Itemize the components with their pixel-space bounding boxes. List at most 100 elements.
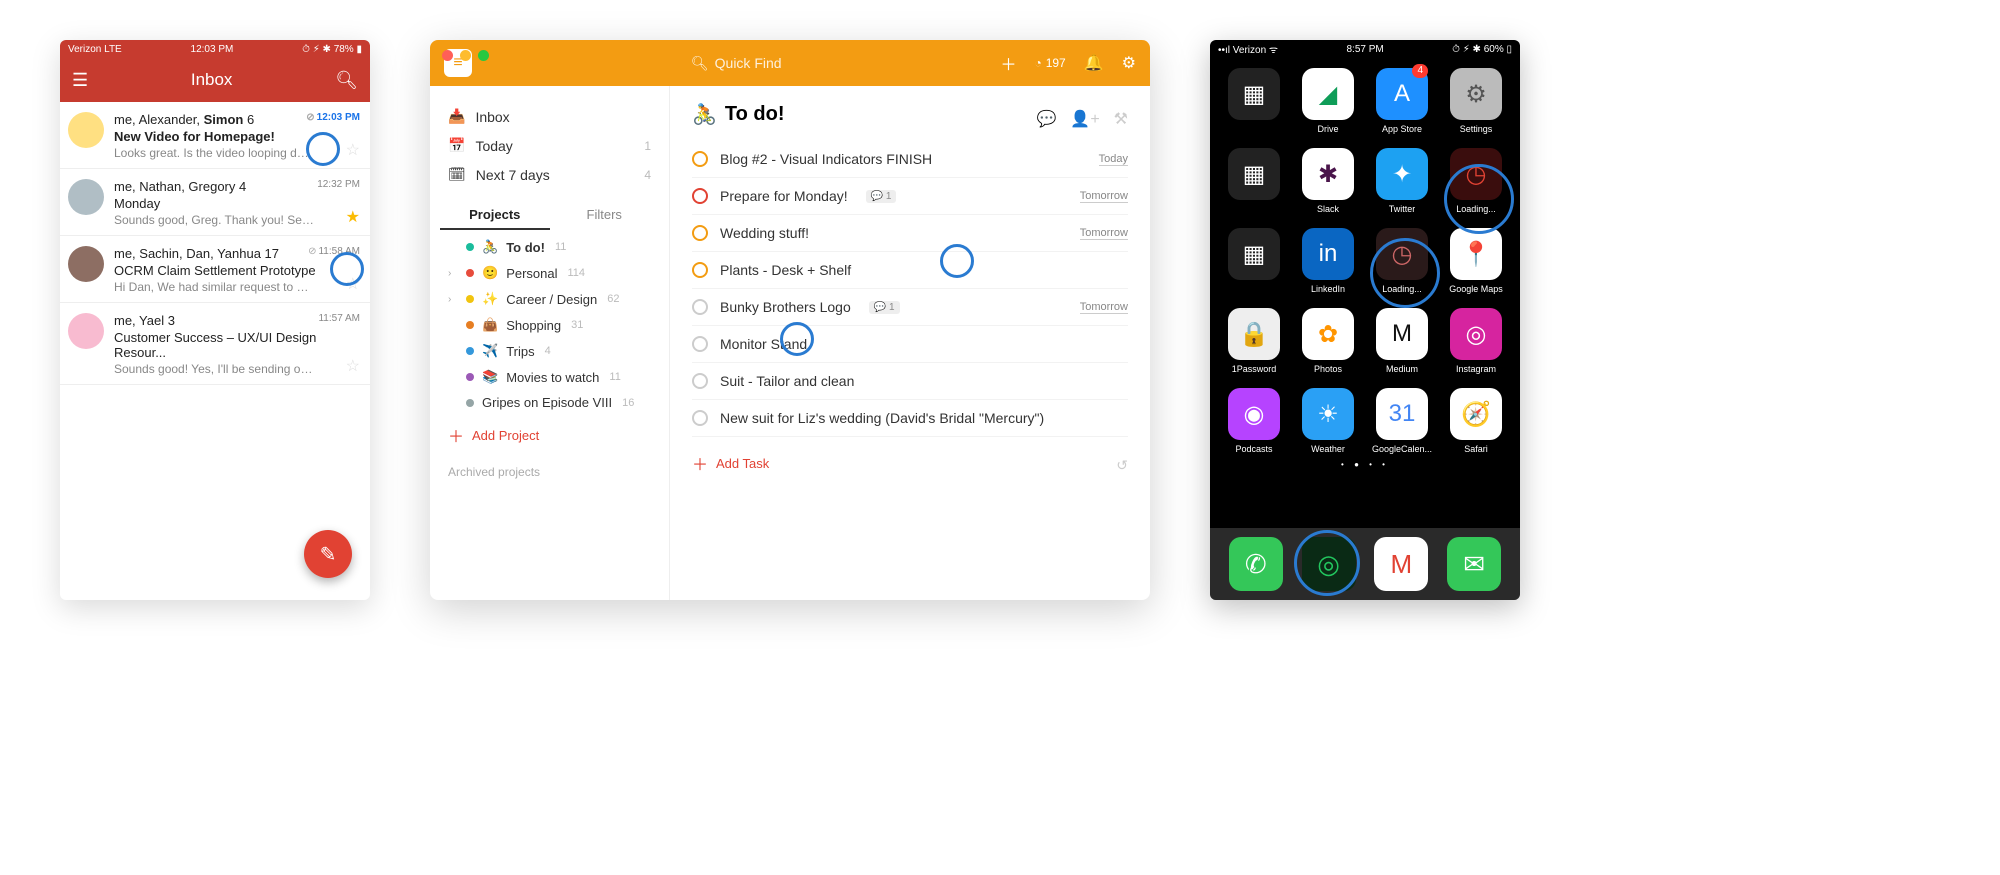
- inbox-title: Inbox: [191, 70, 233, 90]
- app-label: Drive: [1317, 124, 1338, 134]
- task-due[interactable]: Today: [1099, 153, 1128, 166]
- task-checkbox[interactable]: [692, 299, 708, 315]
- app-label: Medium: [1386, 364, 1418, 374]
- app-safari[interactable]: 🧭Safari: [1442, 388, 1510, 454]
- tab-projects[interactable]: Projects: [440, 201, 550, 230]
- project-item[interactable]: 👜Shopping31: [440, 312, 659, 338]
- dock-app-gmail[interactable]: M: [1374, 537, 1428, 591]
- task-checkbox[interactable]: [692, 188, 708, 204]
- app-grid: ▦◢DriveA4App Store⚙︎Settings▦✱Slack✦Twit…: [1210, 58, 1520, 454]
- email-preview: Sounds good! Yes, I'll be sending out my…: [114, 362, 314, 376]
- app-icon: ⚙︎: [1450, 68, 1502, 120]
- expand-icon[interactable]: ›: [448, 294, 458, 305]
- project-color-icon: [466, 295, 474, 303]
- activity-icon[interactable]: ↺: [1116, 457, 1128, 474]
- task-checkbox[interactable]: [692, 262, 708, 278]
- project-item[interactable]: ›✨Career / Design62: [440, 286, 659, 312]
- karma-indicator[interactable]: ◔ 197: [1034, 56, 1065, 70]
- star-icon[interactable]: ☆: [346, 356, 360, 376]
- app-linkedin[interactable]: inLinkedIn: [1294, 228, 1362, 294]
- window-controls[interactable]: [442, 50, 489, 61]
- app-google-maps[interactable]: 📍Google Maps: [1442, 228, 1510, 294]
- app-loading-[interactable]: ◷Loading...: [1442, 148, 1510, 214]
- project-item[interactable]: 📚Movies to watch11: [440, 364, 659, 390]
- notifications-icon[interactable]: 🔔: [1084, 53, 1104, 73]
- task-checkbox[interactable]: [692, 151, 708, 167]
- expand-icon[interactable]: ›: [448, 268, 458, 279]
- star-icon[interactable]: ☆: [346, 140, 360, 160]
- task-due[interactable]: Tomorrow: [1080, 190, 1128, 203]
- project-item[interactable]: ›🙂Personal114: [440, 260, 659, 286]
- app-medium[interactable]: MMedium: [1368, 308, 1436, 374]
- star-icon[interactable]: ★: [346, 207, 360, 227]
- nav-today[interactable]: 📅Today1: [440, 131, 659, 160]
- tab-filters[interactable]: Filters: [550, 201, 660, 230]
- app-settings[interactable]: ⚙︎Settings: [1442, 68, 1510, 134]
- app-weather[interactable]: ☀︎Weather: [1294, 388, 1362, 454]
- task-checkbox[interactable]: [692, 225, 708, 241]
- task-checkbox[interactable]: [692, 336, 708, 352]
- nav-icon: 📅: [448, 137, 465, 154]
- add-project-button[interactable]: ＋Add Project: [440, 415, 659, 455]
- task-text: Suit - Tailor and clean: [720, 373, 854, 389]
- archived-projects-link[interactable]: Archived projects: [440, 455, 659, 489]
- quick-find-input[interactable]: 🔍︎ Quick Find: [486, 55, 986, 72]
- task-row[interactable]: Suit - Tailor and clean: [692, 363, 1128, 400]
- app-folder[interactable]: ▦: [1220, 148, 1288, 214]
- app-photos[interactable]: ✿Photos: [1294, 308, 1362, 374]
- email-time: 11:57 AM: [318, 313, 360, 324]
- app-icon: ☀︎: [1302, 388, 1354, 440]
- add-task-icon[interactable]: ＋: [1000, 51, 1016, 75]
- app-icon: ◉: [1228, 388, 1280, 440]
- app-app-store[interactable]: A4App Store: [1368, 68, 1436, 134]
- compose-button[interactable]: ✎: [304, 530, 352, 578]
- dock-app-app2[interactable]: ◎: [1302, 537, 1356, 591]
- nav-next-7-days[interactable]: 🗓Next 7 days4: [440, 160, 659, 189]
- nav-inbox[interactable]: 📥Inbox: [440, 102, 659, 131]
- task-row[interactable]: Wedding stuff!Tomorrow: [692, 215, 1128, 252]
- app-label: 1Password: [1232, 364, 1277, 374]
- task-checkbox[interactable]: [692, 410, 708, 426]
- comment-badge[interactable]: 💬 1: [869, 301, 900, 314]
- more-icon[interactable]: ⚒︎: [1114, 109, 1128, 129]
- app-podcasts[interactable]: ◉Podcasts: [1220, 388, 1288, 454]
- comment-badge[interactable]: 💬 1: [866, 190, 897, 203]
- task-row[interactable]: Monitor Stand: [692, 326, 1128, 363]
- email-row[interactable]: me, Yael 3Customer Success – UX/UI Desig…: [60, 303, 370, 385]
- task-due[interactable]: Tomorrow: [1080, 301, 1128, 314]
- app-googlecalen-[interactable]: 31GoogleCalen...: [1368, 388, 1436, 454]
- task-row[interactable]: Plants - Desk + Shelf: [692, 252, 1128, 289]
- project-color-icon: [466, 269, 474, 277]
- email-row[interactable]: me, Nathan, Gregory 4MondaySounds good, …: [60, 169, 370, 236]
- project-item[interactable]: Gripes on Episode VIII16: [440, 390, 659, 415]
- settings-icon[interactable]: ⚙︎: [1122, 53, 1136, 73]
- add-task-button[interactable]: ＋Add Task: [692, 437, 1128, 475]
- task-row[interactable]: Prepare for Monday!💬 1Tomorrow: [692, 178, 1128, 215]
- share-icon[interactable]: 👤+: [1070, 109, 1099, 129]
- nav-icon: 🗓: [448, 166, 466, 183]
- app-twitter[interactable]: ✦Twitter: [1368, 148, 1436, 214]
- dock-app-phone[interactable]: ✆: [1229, 537, 1283, 591]
- app-folder[interactable]: ▦: [1220, 228, 1288, 294]
- page-indicator[interactable]: • ● • •: [1210, 460, 1520, 469]
- email-row[interactable]: me, Sachin, Dan, Yanhua 17OCRM Claim Set…: [60, 236, 370, 303]
- email-row[interactable]: me, Alexander, Simon 6New Video for Home…: [60, 102, 370, 169]
- menu-icon[interactable]: ☰: [72, 70, 88, 91]
- app-loading-[interactable]: ◷Loading...: [1368, 228, 1436, 294]
- search-icon[interactable]: 🔍︎: [335, 70, 358, 91]
- app-instagram[interactable]: ◎Instagram: [1442, 308, 1510, 374]
- star-icon[interactable]: ☆: [346, 274, 360, 294]
- comments-icon[interactable]: 💬: [1036, 109, 1056, 129]
- app-slack[interactable]: ✱Slack: [1294, 148, 1362, 214]
- task-checkbox[interactable]: [692, 373, 708, 389]
- project-item[interactable]: 🚴To do!11: [440, 234, 659, 260]
- task-due[interactable]: Tomorrow: [1080, 227, 1128, 240]
- app-1password[interactable]: 🔒1Password: [1220, 308, 1288, 374]
- project-item[interactable]: ✈️Trips4: [440, 338, 659, 364]
- app-folder[interactable]: ▦: [1220, 68, 1288, 134]
- app-drive[interactable]: ◢Drive: [1294, 68, 1362, 134]
- task-row[interactable]: New suit for Liz's wedding (David's Brid…: [692, 400, 1128, 437]
- dock-app-messages[interactable]: ✉︎: [1447, 537, 1501, 591]
- task-row[interactable]: Blog #2 - Visual Indicators FINISHToday: [692, 141, 1128, 178]
- task-row[interactable]: Bunky Brothers Logo💬 1Tomorrow: [692, 289, 1128, 326]
